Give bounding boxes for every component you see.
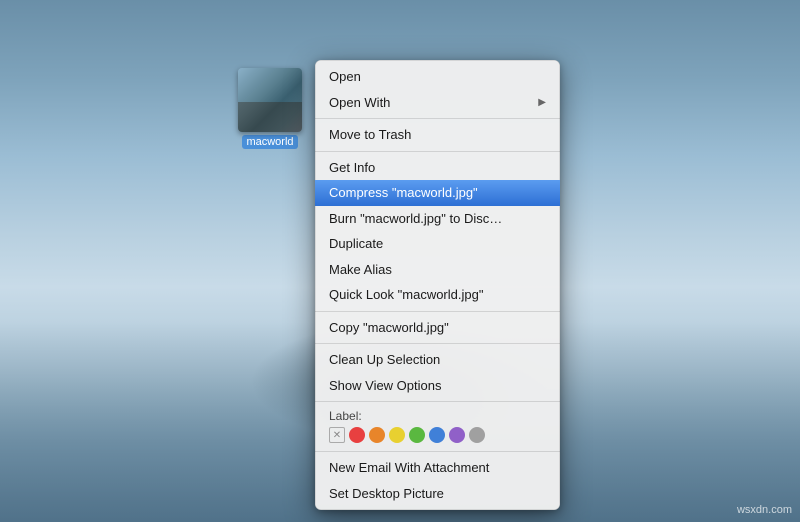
menu-separator-5 bbox=[315, 401, 560, 402]
menu-separator-2 bbox=[315, 151, 560, 152]
label-orange[interactable] bbox=[369, 427, 385, 443]
menu-separator-6 bbox=[315, 451, 560, 452]
file-thumbnail-image bbox=[238, 68, 302, 132]
file-thumbnail bbox=[238, 68, 302, 132]
menu-item-open-with[interactable]: Open With ▶ bbox=[315, 90, 560, 116]
file-icon[interactable]: macworld bbox=[230, 68, 310, 149]
label-gray[interactable] bbox=[469, 427, 485, 443]
label-blue[interactable] bbox=[429, 427, 445, 443]
menu-item-move-to-trash[interactable]: Move to Trash bbox=[315, 122, 560, 148]
menu-separator-1 bbox=[315, 118, 560, 119]
submenu-arrow-icon: ▶ bbox=[538, 95, 546, 110]
label-yellow[interactable] bbox=[389, 427, 405, 443]
label-none-button[interactable]: ✕ bbox=[329, 427, 345, 443]
menu-item-copy[interactable]: Copy "macworld.jpg" bbox=[315, 315, 560, 341]
label-red[interactable] bbox=[349, 427, 365, 443]
menu-item-make-alias[interactable]: Make Alias bbox=[315, 257, 560, 283]
menu-item-open[interactable]: Open bbox=[315, 64, 560, 90]
menu-item-burn[interactable]: Burn "macworld.jpg" to Disc… bbox=[315, 206, 560, 232]
menu-item-compress[interactable]: Compress "macworld.jpg" bbox=[315, 180, 560, 206]
menu-separator-3 bbox=[315, 311, 560, 312]
watermark: wsxdn.com bbox=[737, 504, 792, 516]
label-title: Label: bbox=[329, 409, 546, 423]
menu-item-clean-up[interactable]: Clean Up Selection bbox=[315, 347, 560, 373]
menu-item-new-email[interactable]: New Email With Attachment bbox=[315, 455, 560, 481]
menu-separator-4 bbox=[315, 343, 560, 344]
context-menu: Open Open With ▶ Move to Trash Get Info … bbox=[315, 60, 560, 510]
label-purple[interactable] bbox=[449, 427, 465, 443]
menu-item-show-view-options[interactable]: Show View Options bbox=[315, 373, 560, 399]
menu-item-set-desktop[interactable]: Set Desktop Picture bbox=[315, 481, 560, 507]
label-colors: ✕ bbox=[329, 427, 546, 443]
file-label: macworld bbox=[242, 135, 297, 149]
menu-item-quick-look[interactable]: Quick Look "macworld.jpg" bbox=[315, 282, 560, 308]
menu-item-get-info[interactable]: Get Info bbox=[315, 155, 560, 181]
label-green[interactable] bbox=[409, 427, 425, 443]
menu-item-duplicate[interactable]: Duplicate bbox=[315, 231, 560, 257]
label-section: Label: ✕ bbox=[315, 405, 560, 448]
